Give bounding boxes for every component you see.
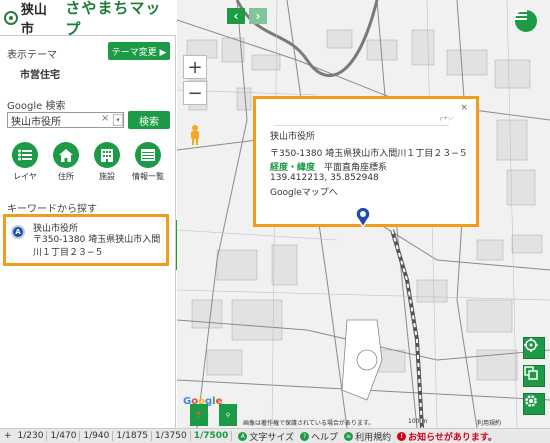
table-icon [135,142,161,168]
terms-label: 利用規約 [355,432,392,443]
alert-icon: ! [397,431,407,441]
google-search-label: Google 検索 [7,101,66,112]
category-label: 情報一覧 [132,172,164,181]
map-marker-icon[interactable] [354,206,372,228]
help-icon: ? [300,431,310,441]
result-name: 狭山市役所 [33,224,79,234]
list-icon [12,142,38,168]
directions-icon[interactable]: ⮣⌵ [440,113,454,123]
coord-system-link[interactable]: 平面直角座標系 [324,160,387,173]
scale-plus-button[interactable]: + [0,431,15,441]
layers-button[interactable] [523,365,545,387]
menu-icon [515,10,527,20]
search-dropdown-icon[interactable]: ▾ [113,114,123,126]
search-button[interactable]: 検索 [128,111,170,129]
app-header: 狭山市 さやまちマップ [0,0,176,38]
category-label: 施設 [99,172,115,181]
popup-divider [274,125,449,126]
scale-option[interactable]: 1/940 [80,431,114,441]
forward-arrow-icon[interactable]: › [249,8,267,24]
current-location-button[interactable] [523,337,545,359]
map-scale: 100 m [408,418,428,425]
gear-icon [525,395,537,407]
category-address-button[interactable]: 住所 [46,142,86,182]
app-title: さやまちマップ [65,0,162,38]
google-map-link[interactable]: Googleマップへ [270,185,338,198]
category-label: レイヤ [13,172,37,181]
font-size-link[interactable]: A 文字サイズ [238,430,294,443]
scale-option-active[interactable]: 1/7500 [191,431,233,441]
map-attribution: 画像は著作権で保護されている場合があります。 [243,420,375,427]
news-label: お知らせがあります。 [408,432,497,443]
copy-layers-icon [524,366,538,380]
building-icon [94,142,120,168]
house-icon [53,142,79,168]
font-size-icon: A [238,431,248,441]
marker-icon: ⚲ [225,411,231,419]
sidebar: 表示テーマ テーマ変更 ▶ 市営住宅 Google 検索 × ▾ 検索 レイヤ … [0,36,176,428]
street-view-pegman-icon[interactable] [189,125,201,145]
city-seal-icon [4,10,18,25]
map-terms-link[interactable]: 利用規約 [477,418,501,427]
result-address: 〒350-1380 埼玉県狭山市入間川１丁目２３−５ [33,235,161,258]
help-link[interactable]: ? ヘルプ [300,430,338,443]
news-link[interactable]: ! お知らせがあります。 [397,430,497,443]
terms-icon: ≡ [344,431,354,441]
zoom-in-button[interactable]: + [183,55,207,79]
back-arrow-icon[interactable]: ‹ [227,8,245,24]
popup-address: 〒350-1380 埼玉県狭山市入間川１丁目２３−５ [270,149,468,159]
popup-title: 狭山市役所 [270,132,316,142]
settings-button[interactable] [523,393,545,415]
category-layer-button[interactable]: レイヤ [5,142,45,182]
clear-icon[interactable]: × [101,113,109,124]
category-list-button[interactable]: 情報一覧 [128,142,168,182]
theme-change-button[interactable]: テーマ変更 ▶ [108,42,170,60]
search-result-item[interactable]: A 狭山市役所 〒350-1380 埼玉県狭山市入間川１丁目２３−５ [3,214,169,266]
scale-option[interactable]: 1/3750 [152,431,191,441]
font-size-label: 文字サイズ [249,432,295,443]
scale-option[interactable]: 1/470 [47,431,81,441]
map-view[interactable]: ‹ › + − × ⮣⌵ 狭山市役所 〒350-1380 埼玉県狭山市入間川１丁… [177,0,550,428]
menu-button[interactable] [515,10,537,32]
crosshair-icon [524,338,538,352]
category-label: 住所 [58,172,74,181]
city-name: 狭山市 [20,2,47,37]
pin-icon: 📍 [195,411,203,419]
theme-label: 表示テーマ [7,50,57,61]
pin-mode-button[interactable]: 📍 [190,404,208,426]
coord-value: 139.412213, 35.852948 [270,173,379,183]
result-pin-icon: A [11,225,25,239]
scale-option[interactable]: 1/1875 [113,431,153,441]
zoom-out-button[interactable]: − [183,81,207,105]
coord-label: 経度・緯度 [270,163,316,173]
keyword-search-label: キーワードから探す [7,204,97,215]
footer-bar: + 1/230 1/470 1/940 1/1875 1/3750 1/7500… [0,428,550,443]
category-facility-button[interactable]: 施設 [87,142,127,182]
help-label: ヘルプ [311,432,339,443]
theme-value: 市営住宅 [20,70,60,81]
close-icon[interactable]: × [460,103,468,113]
marker-mode-button[interactable]: ⚲ [219,404,237,426]
terms-link[interactable]: ≡ 利用規約 [344,430,391,443]
scale-option[interactable]: 1/230 [15,431,48,441]
